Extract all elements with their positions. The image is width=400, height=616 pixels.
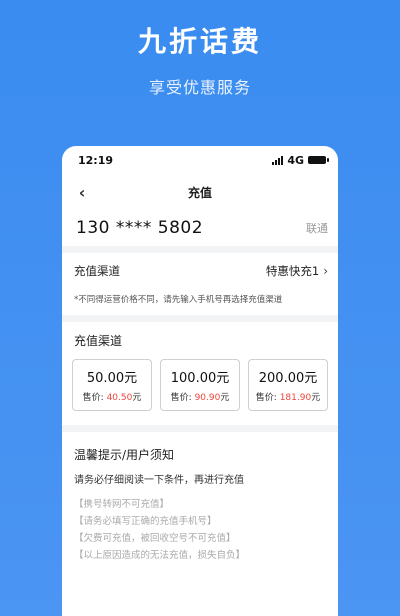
network-type: 4G — [287, 153, 304, 167]
product-card-50[interactable]: 50.00元 售价: 40.50元 — [72, 359, 152, 411]
product-cards: 50.00元 售价: 40.50元 100.00元 售价: 90.90元 200… — [62, 355, 338, 411]
phone-number-row[interactable]: 130 **** 5802 联通 — [62, 210, 338, 246]
status-indicators: 4G — [272, 153, 329, 167]
section-divider — [62, 246, 338, 253]
product-card-100[interactable]: 100.00元 售价: 90.90元 — [160, 359, 240, 411]
tips-subtitle: 请务必仔细阅读一下条件，再进行充值 — [74, 475, 244, 486]
tips-list: 【携号转网不可充值】 【请务必填写正确的充值手机号】 【欠费可充值，被回收空号不… — [62, 496, 338, 564]
back-arrow-icon[interactable]: ‹ — [74, 183, 90, 202]
product-price: 售价: 90.90元 — [170, 393, 230, 403]
tip-item: 【欠费可充值，被回收空号不可充值】 — [74, 533, 236, 544]
status-bar: 12:19 4G — [62, 146, 338, 174]
product-price: 售价: 40.50元 — [82, 393, 142, 403]
nav-bar: ‹ 充值 — [62, 174, 338, 210]
product-card-200[interactable]: 200.00元 售价: 181.90元 — [248, 359, 328, 411]
section-divider — [62, 315, 338, 322]
tip-item: 【以上原因造成的无法充值，损失自负】 — [74, 550, 246, 561]
section-divider — [62, 425, 338, 432]
status-time: 12:19 — [78, 153, 114, 167]
phone-number-field[interactable]: 130 **** 5802 — [76, 218, 203, 238]
tip-item: 【携号转网不可充值】 — [74, 499, 170, 510]
product-amount: 100.00元 — [170, 371, 230, 386]
channel-notice: *不同得运营价格不同，请先输入手机号再选择充值渠道 — [74, 295, 283, 305]
tips-title: 温馨提示/用户须知 — [74, 448, 175, 462]
product-price: 售价: 181.90元 — [255, 393, 321, 403]
hero-subtitle: 享受优惠服务 — [148, 78, 251, 97]
product-amount: 50.00元 — [86, 371, 138, 386]
carrier-label: 联通 — [306, 222, 328, 235]
product-amount: 200.00元 — [258, 371, 318, 386]
signal-icon — [272, 155, 284, 165]
channel-value-group[interactable]: 特惠快充1 › — [266, 263, 328, 279]
phone-mockup: 12:19 4G ‹ 充值 130 **** 5802 联通 充值渠道 特惠快充… — [62, 146, 338, 616]
page-title: 充值 — [187, 185, 212, 200]
battery-icon — [308, 156, 329, 164]
channel-selector[interactable]: 充值渠道 特惠快充1 › — [62, 253, 338, 289]
tip-item: 【请务必填写正确的充值手机号】 — [74, 516, 217, 527]
channel-value: 特惠快充1 — [265, 264, 320, 278]
products-title: 充值渠道 — [74, 334, 123, 348]
channel-label: 充值渠道 — [74, 264, 120, 278]
chevron-right-icon: › — [323, 264, 328, 278]
hero-title: 九折话费 — [137, 25, 262, 58]
